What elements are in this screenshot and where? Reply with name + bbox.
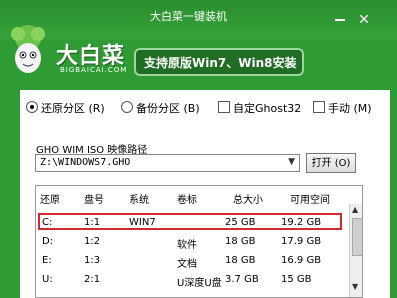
header: 大白菜 BIGBAICAI.COM 支持原版Win7、Win8安装	[0, 0, 397, 90]
selected-row-highlight	[38, 213, 342, 230]
image-path-value: Z:\WINDOWS7.GHO	[40, 157, 131, 168]
scroll-down-arrow-icon[interactable]: ▼	[352, 282, 358, 291]
vertical-scrollbar[interactable]: ▲ ▼	[349, 204, 362, 297]
main-panel: 还原分区 (R) 备份分区 (B) 自定Ghost32 手动 (M) GHO W…	[20, 90, 390, 298]
table-row[interactable]: U: 2:1 U深度U盘 3.7 GB 15 GB	[36, 271, 349, 290]
brand-url: BIGBAICAI.COM	[60, 66, 128, 74]
column-header-free-space: 可用空间	[290, 195, 330, 206]
restore-partition-radio[interactable]: 还原分区 (R)	[26, 100, 105, 115]
open-button[interactable]: 打开 (O)	[306, 153, 356, 173]
column-header-total-size: 总大小	[233, 195, 263, 206]
column-header-restore: 还原	[40, 195, 60, 206]
backup-partition-radio[interactable]: 备份分区 (B)	[121, 100, 200, 115]
banner-text: 支持原版Win7、Win8安装	[144, 56, 297, 70]
custom-ghost32-checkbox[interactable]: 自定Ghost32	[218, 100, 301, 115]
chevron-down-icon: ▼	[288, 157, 295, 167]
checkbox-icon	[313, 101, 325, 113]
cabbage-logo-icon	[11, 25, 45, 73]
column-header-label: 卷标	[177, 195, 197, 206]
table-row[interactable]: D: 1:2 软件 18 GB 17.9 GB	[36, 233, 349, 252]
column-header-system: 系统	[129, 195, 149, 206]
radio-unselected-icon	[121, 101, 133, 113]
scrollbar-thumb[interactable]	[352, 218, 362, 256]
table-row[interactable]: E: 1:3 文档 18 GB 16.9 GB	[36, 252, 349, 271]
manual-checkbox[interactable]: 手动 (M)	[313, 100, 372, 115]
radio-selected-icon	[26, 101, 38, 113]
app-window: 大白菜一键装机 ✕ 大白菜 BIGBAICAI.COM 支持原版Win7、Win…	[0, 0, 397, 298]
scroll-up-arrow-icon[interactable]: ▲	[352, 205, 358, 214]
feature-banner: 支持原版Win7、Win8安装	[134, 48, 304, 76]
column-header-disk: 盘号	[84, 195, 104, 206]
image-path-select[interactable]: Z:\WINDOWS7.GHO ▼	[35, 154, 300, 172]
partition-table: 还原 盘号 系统 卷标 总大小 可用空间 C: 1:1 WIN7 25 GB 1…	[35, 185, 363, 298]
checkbox-icon	[218, 101, 230, 113]
